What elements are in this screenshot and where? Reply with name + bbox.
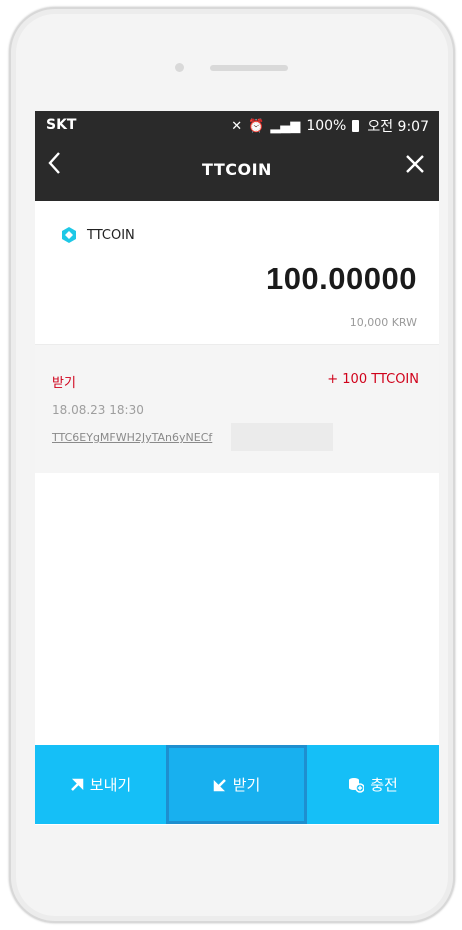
charge-label: 충전 <box>370 776 398 794</box>
app-screen: SKT ✕ ⏰ ▂▄▆ 100% 오전 9:07 TTCOIN TTCOIN 1… <box>35 111 439 825</box>
bottom-action-bar: 보내기 받기 충전 <box>35 745 439 824</box>
alarm-icon: ⏰ <box>248 118 265 134</box>
transaction-amount: + 100 TTCOIN <box>327 372 419 387</box>
ttcoin-logo-icon <box>62 227 76 243</box>
coin-header: TTCOIN <box>61 227 135 243</box>
transaction-datetime: 18.08.23 18:30 <box>52 403 144 417</box>
send-label: 보내기 <box>89 776 132 794</box>
send-arrow-icon <box>70 778 84 791</box>
front-camera <box>175 63 184 72</box>
redacted-area <box>231 423 333 451</box>
carrier-label: SKT <box>46 117 77 133</box>
receive-label: 받기 <box>232 776 261 794</box>
send-button[interactable]: 보내기 <box>35 745 166 824</box>
fiat-value: 10,000 KRW <box>349 316 417 329</box>
mute-icon: ✕ <box>231 118 243 134</box>
status-bar: SKT ✕ ⏰ ▂▄▆ 100% 오전 9:07 <box>35 111 439 139</box>
battery-icon <box>352 120 360 132</box>
clock: 오전 9:07 <box>367 119 429 135</box>
transaction-item[interactable]: 받기 + 100 TTCOIN 18.08.23 18:30 TTC6EYgMF… <box>35 344 439 473</box>
receive-arrow-icon <box>213 778 226 791</box>
earpiece-speaker <box>210 65 288 71</box>
coin-name: TTCOIN <box>87 227 135 243</box>
receive-button[interactable]: 받기 <box>166 745 307 824</box>
close-button[interactable] <box>405 151 425 179</box>
transaction-type: 받기 <box>52 376 76 391</box>
coins-plus-icon <box>349 777 365 793</box>
coin-balance: 100.00000 <box>265 261 417 296</box>
signal-icon: ▂▄▆ <box>270 118 301 134</box>
status-icons: ✕ ⏰ ▂▄▆ 100% 오전 9:07 <box>231 116 429 136</box>
transaction-address[interactable]: TTC6EYgMFWH2JyTAn6yNECf <box>52 431 212 444</box>
app-header: TTCOIN <box>35 139 439 201</box>
close-icon <box>406 155 424 173</box>
charge-button[interactable]: 충전 <box>307 745 439 824</box>
page-title: TTCOIN <box>202 160 272 179</box>
battery-percent: 100% <box>306 118 347 134</box>
